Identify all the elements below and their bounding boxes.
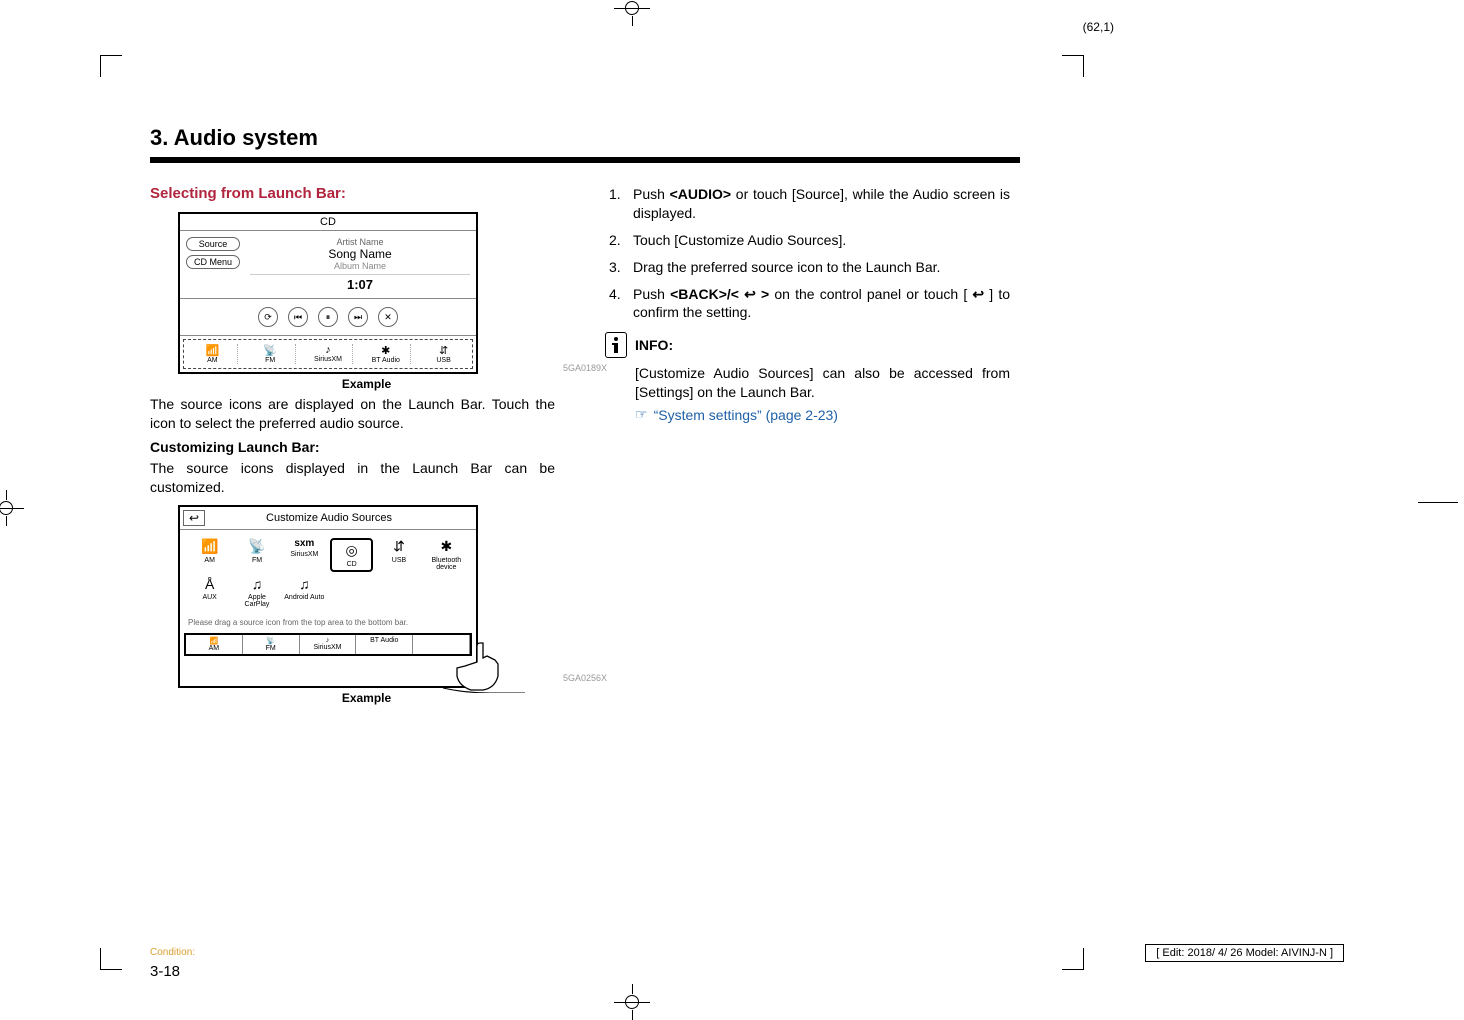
page-coordinate-marker: (62,1) — [1083, 20, 1114, 34]
customize-screen-mock: ↩ Customize Audio Sources 📶AM 📡FM sxmSir… — [178, 505, 478, 688]
pointer-icon: ☞ — [635, 406, 648, 423]
cross-reference[interactable]: ☞ “System settings” (page 2-23) — [635, 406, 1010, 423]
para-customize: The source icons displayed in the Launch… — [150, 459, 555, 497]
back-arrow-icon: ↩ — [744, 285, 756, 304]
cd-screen-mock: CD Source CD Menu Artist Name Song Name … — [178, 212, 478, 374]
figure-caption: Example — [178, 377, 555, 391]
step-2: 2. Touch [Customize Audio Sources]. — [609, 231, 1010, 250]
bottom-fm[interactable]: 📡FM — [243, 635, 300, 654]
footer-condition: Condition: — [150, 947, 195, 958]
pause-icon[interactable]: ⏸ — [318, 307, 338, 327]
customize-title: Customize Audio Sources — [213, 512, 445, 524]
sxm-icon: sxm — [283, 538, 326, 549]
footer-edit-info: [ Edit: 2018/ 4/ 26 Model: AIVINJ-N ] — [1145, 944, 1344, 962]
info-icon — [605, 332, 627, 358]
play-time: 1:07 — [250, 274, 470, 292]
grid-fm[interactable]: 📡FM — [235, 538, 278, 572]
aux-icon: Å — [188, 576, 231, 592]
grid-sxm[interactable]: sxmSiriusXM — [283, 538, 326, 572]
carplay-icon: ♫ — [235, 576, 278, 592]
xref-link-text: “System settings” (page 2-23) — [654, 407, 838, 423]
cd-screen-title: CD — [180, 214, 476, 231]
crop-mark — [100, 948, 122, 970]
cd-menu-button[interactable]: CD Menu — [186, 255, 240, 269]
next-track-icon[interactable]: ⏭ — [348, 307, 368, 327]
page-number: 3-18 — [150, 963, 180, 980]
launch-usb[interactable]: ⇵USB — [419, 344, 468, 364]
grid-carplay[interactable]: ♫Apple CarPlay — [235, 576, 278, 608]
cd-icon: ◎ — [334, 542, 369, 559]
source-grid: 📶AM 📡FM sxmSiriusXM ◎CD ⇵USB ✱Bluetooth … — [180, 530, 476, 616]
song-name: Song Name — [250, 247, 470, 261]
playback-controls: ⟳ ⏮ ⏸ ⏭ ✕ — [180, 299, 476, 336]
launch-fm[interactable]: 📡FM — [246, 344, 296, 364]
crop-mark — [1062, 55, 1084, 77]
fm-icon: 📡 — [246, 344, 295, 357]
am-icon: 📶 — [188, 538, 231, 555]
launch-am[interactable]: 📶AM — [188, 344, 238, 364]
back-button[interactable]: ↩ — [183, 510, 205, 526]
steps-list: 1. Push <AUDIO> or touch [Source], while… — [609, 185, 1010, 322]
artist-name: Artist Name — [250, 237, 470, 247]
back-hard-button: <BACK>/< ↩ > — [670, 286, 769, 302]
section-title: 3. Audio system — [150, 125, 1030, 151]
sxm-icon: ♪ — [326, 637, 330, 644]
info-label: INFO: — [635, 337, 673, 353]
audio-hard-button: <AUDIO> — [670, 186, 731, 202]
repeat-icon[interactable]: ⟳ — [258, 307, 278, 327]
step-3: 3. Drag the preferred source icon to the… — [609, 258, 1010, 277]
usb-icon: ⇵ — [419, 344, 468, 357]
figure-caption: Example — [178, 691, 555, 705]
heading-selecting-launch-bar: Selecting from Launch Bar: — [150, 185, 555, 202]
registration-mark — [614, 0, 650, 26]
figure-cd-screen: CD Source CD Menu Artist Name Song Name … — [178, 212, 555, 391]
info-body-text: [Customize Audio Sources] can also be ac… — [635, 364, 1010, 402]
fm-icon: 📡 — [235, 538, 278, 555]
bottom-bt[interactable]: BT Audio — [356, 635, 413, 654]
crop-mark — [1062, 948, 1084, 970]
bottom-sxm[interactable]: ♪SiriusXM — [300, 635, 357, 654]
registration-mark — [0, 490, 24, 526]
launch-bt[interactable]: ✱BT Audio — [361, 344, 411, 364]
figure-customize-sources: ↩ Customize Audio Sources 📶AM 📡FM sxmSir… — [178, 505, 555, 705]
bottom-empty[interactable] — [413, 635, 470, 654]
registration-mark-side — [1418, 502, 1458, 503]
step-1: 1. Push <AUDIO> or touch [Source], while… — [609, 185, 1010, 223]
grid-usb[interactable]: ⇵USB — [377, 538, 420, 572]
left-column: Selecting from Launch Bar: CD Source CD … — [150, 185, 555, 709]
right-column: 1. Push <AUDIO> or touch [Source], while… — [605, 185, 1010, 423]
figure-id: 5GA0256X — [563, 673, 607, 683]
androidauto-icon: ♫ — [283, 576, 326, 592]
back-arrow-icon: ↩ — [972, 285, 984, 304]
fm-icon: 📡 — [266, 638, 275, 645]
sxm-icon: ♪ — [304, 344, 353, 356]
section-rule — [150, 157, 1020, 163]
registration-mark — [614, 984, 650, 1020]
album-name: Album Name — [250, 261, 470, 271]
launch-bar: 📶AM 📡FM ♪SiriusXM ✱BT Audio ⇵USB — [183, 339, 473, 369]
shuffle-icon[interactable]: ✕ — [378, 307, 398, 327]
bluetooth-icon: ✱ — [361, 344, 410, 357]
grid-am[interactable]: 📶AM — [188, 538, 231, 572]
grid-androidauto[interactable]: ♫Android Auto — [283, 576, 326, 608]
am-icon: 📶 — [188, 344, 237, 357]
prev-track-icon[interactable]: ⏮ — [288, 307, 308, 327]
grid-cd-selected[interactable]: ◎CD — [330, 538, 373, 572]
heading-customizing-launch-bar: Customizing Launch Bar: — [150, 439, 555, 455]
drag-hint: Please drag a source icon from the top a… — [180, 616, 476, 629]
para-source-icons: The source icons are displayed on the La… — [150, 395, 555, 433]
figure-id: 5GA0189X — [563, 363, 607, 373]
step-4: 4. Push <BACK>/< ↩ > on the control pane… — [609, 285, 1010, 323]
usb-icon: ⇵ — [377, 538, 420, 555]
page-body: 3. Audio system Selecting from Launch Ba… — [110, 60, 1030, 890]
launch-sxm[interactable]: ♪SiriusXM — [304, 344, 354, 364]
bluetooth-icon: ✱ — [425, 538, 468, 555]
grid-aux[interactable]: ÅAUX — [188, 576, 231, 608]
bottom-am[interactable]: 📶AM — [186, 635, 243, 654]
bottom-bar[interactable]: 📶AM 📡FM ♪SiriusXM BT Audio — [184, 633, 472, 656]
grid-bt[interactable]: ✱Bluetooth device — [425, 538, 468, 572]
source-button[interactable]: Source — [186, 237, 240, 251]
info-heading: INFO: — [605, 332, 1010, 358]
am-icon: 📶 — [210, 638, 219, 645]
